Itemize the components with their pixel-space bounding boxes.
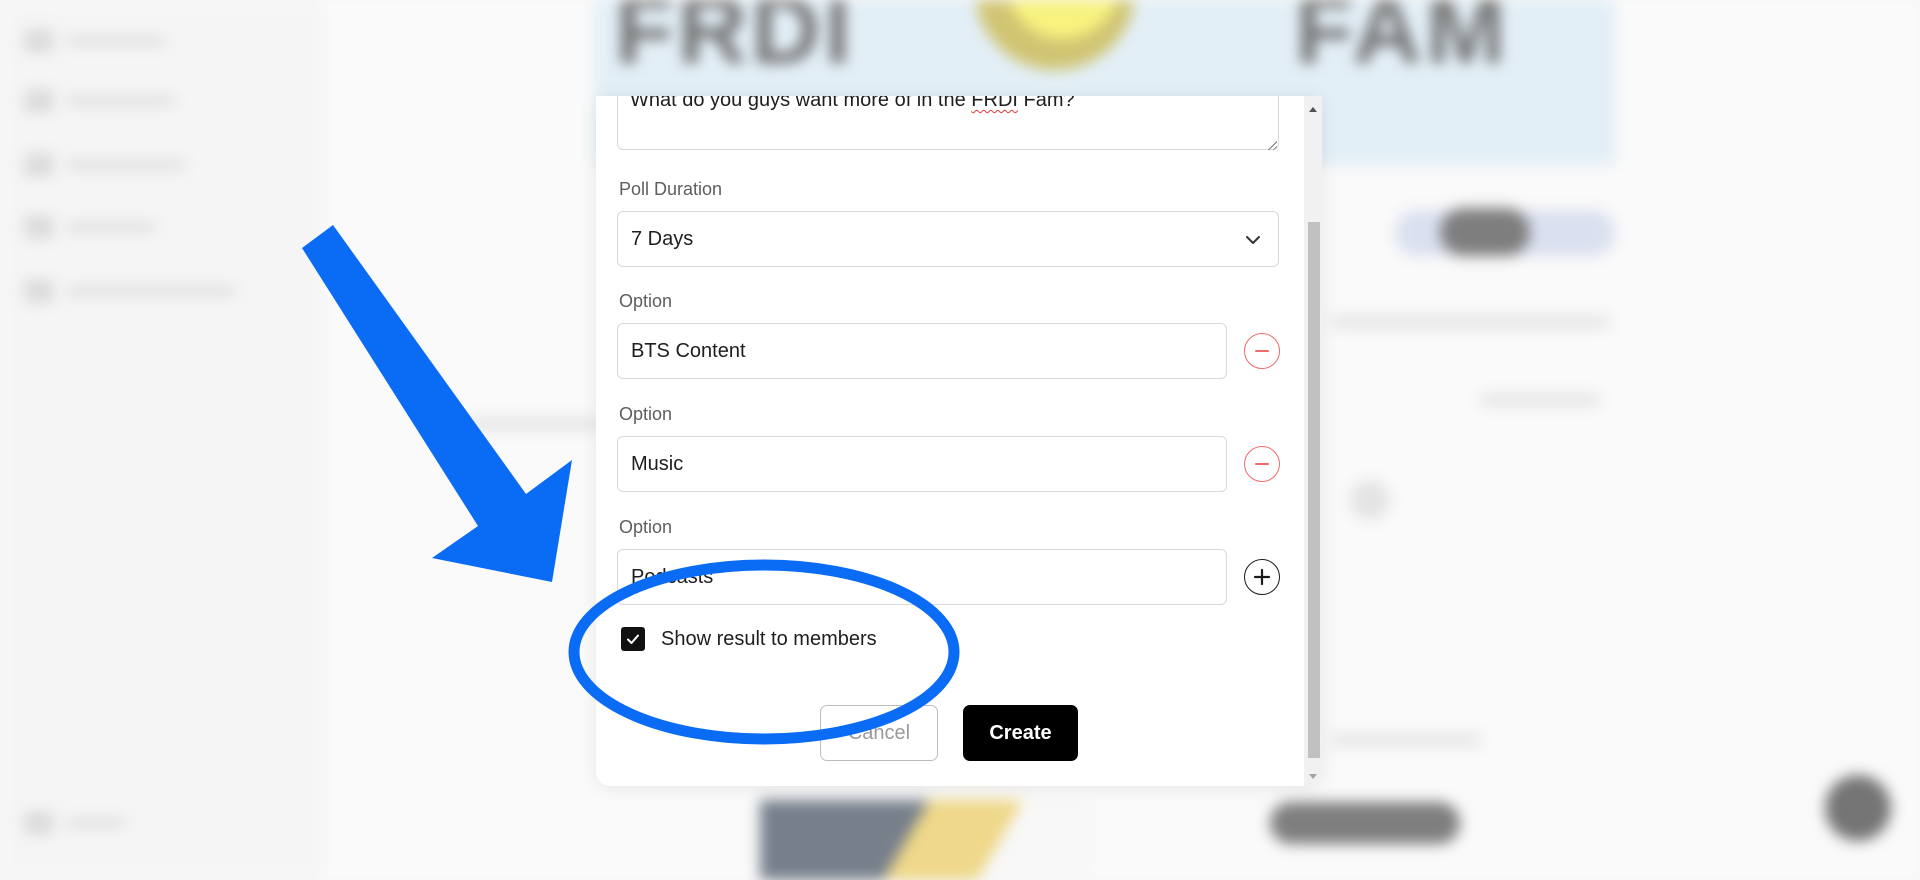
option-value: Music <box>631 452 684 475</box>
modal-content: What do you guys want more of in the FRD… <box>596 96 1302 786</box>
minus-icon <box>1255 463 1269 465</box>
option-input[interactable]: Podcasts <box>617 549 1227 605</box>
scrollbar-thumb[interactable] <box>1308 222 1320 758</box>
add-option-button[interactable] <box>1244 559 1280 595</box>
show-results-label: Show result to members <box>661 627 877 650</box>
option-value: BTS Content <box>631 339 746 362</box>
poll-duration-value: 7 Days <box>631 227 694 250</box>
create-button[interactable]: Create <box>963 705 1078 761</box>
show-results-checkbox[interactable] <box>621 627 645 651</box>
scroll-up-arrow-icon[interactable] <box>1304 100 1322 118</box>
spellcheck-flagged-word: FRDI <box>971 96 1018 111</box>
show-results-row: Show result to members <box>621 627 877 651</box>
cancel-button[interactable]: Cancel <box>820 705 938 761</box>
minus-icon <box>1255 350 1269 352</box>
poll-question-text: What do you guys want more of in the FRD… <box>630 96 1075 111</box>
poll-duration-select[interactable]: 7 Days <box>617 211 1279 267</box>
option-input[interactable]: Music <box>617 436 1227 492</box>
chevron-down-icon <box>1246 236 1260 244</box>
poll-duration-label: Poll Duration <box>619 179 723 199</box>
option-label: Option <box>619 404 673 424</box>
option-label: Option <box>619 517 673 537</box>
create-poll-modal: What do you guys want more of in the FRD… <box>596 96 1322 786</box>
option-input[interactable]: BTS Content <box>617 323 1227 379</box>
poll-question-textarea[interactable]: What do you guys want more of in the FRD… <box>617 96 1279 150</box>
remove-option-button[interactable] <box>1244 446 1280 482</box>
option-value: Podcasts <box>631 565 714 588</box>
scroll-down-arrow-icon[interactable] <box>1304 768 1322 786</box>
plus-icon <box>1253 568 1271 586</box>
modal-scrollbar[interactable] <box>1304 96 1322 786</box>
remove-option-button[interactable] <box>1244 333 1280 369</box>
option-label: Option <box>619 291 673 311</box>
resize-grip-icon[interactable] <box>1267 140 1277 150</box>
checkmark-icon <box>627 634 639 644</box>
